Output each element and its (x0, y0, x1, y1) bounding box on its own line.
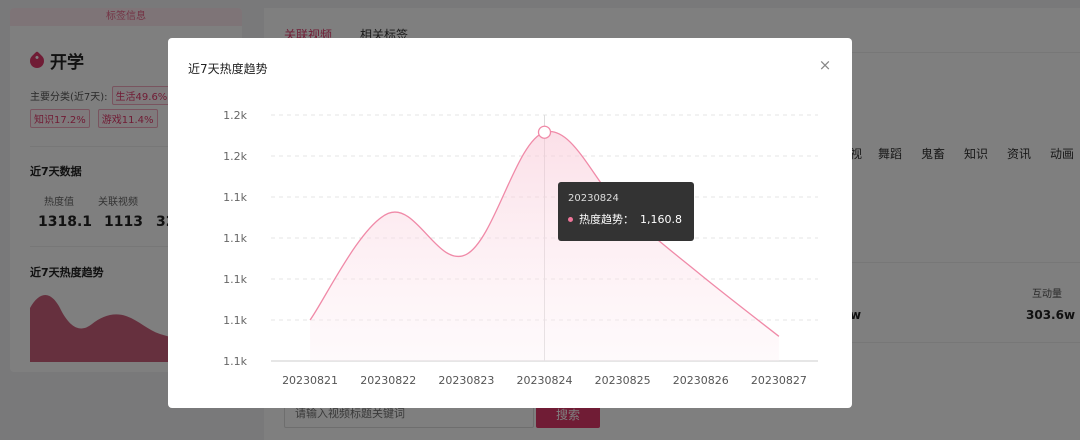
x-tick-label: 20230826 (673, 374, 729, 387)
trend-modal: 近7天热度趋势 × 1.1k 1.1k 1.1k 1.1k 1.1k 1.2k 1.2k 20… (168, 38, 852, 408)
chart-tooltip: 20230824 热度趋势： 1,160.8 (558, 182, 694, 241)
x-tick-label: 20230825 (595, 374, 651, 387)
y-tick-label: 1.1k (223, 232, 247, 245)
tooltip-value: 1,160.8 (640, 212, 682, 226)
tooltip-date: 20230824 (568, 193, 619, 204)
y-tick-label: 1.2k (223, 109, 247, 122)
tooltip-series-label: 热度趋势： (579, 213, 634, 226)
series-dot-icon (568, 216, 573, 222)
y-tick-label: 1.1k (223, 314, 247, 327)
x-tick-label: 20230821 (282, 374, 338, 387)
y-tick-label: 1.1k (223, 273, 247, 286)
x-tick-label: 20230822 (360, 374, 416, 387)
x-tick-label: 20230824 (517, 374, 573, 387)
y-tick-label: 1.2k (223, 150, 247, 163)
x-tick-label: 20230827 (751, 374, 807, 387)
trend-area (310, 131, 779, 361)
trend-chart: 1.1k 1.1k 1.1k 1.1k 1.1k 1.2k 1.2k 20230821 2023… (223, 109, 818, 387)
x-tick-label: 20230823 (438, 374, 494, 387)
y-tick-label: 1.1k (223, 355, 247, 368)
highlight-point (537, 125, 552, 139)
y-tick-label: 1.1k (223, 191, 247, 204)
tooltip-row: 热度趋势： 1,160.8 (568, 211, 684, 227)
